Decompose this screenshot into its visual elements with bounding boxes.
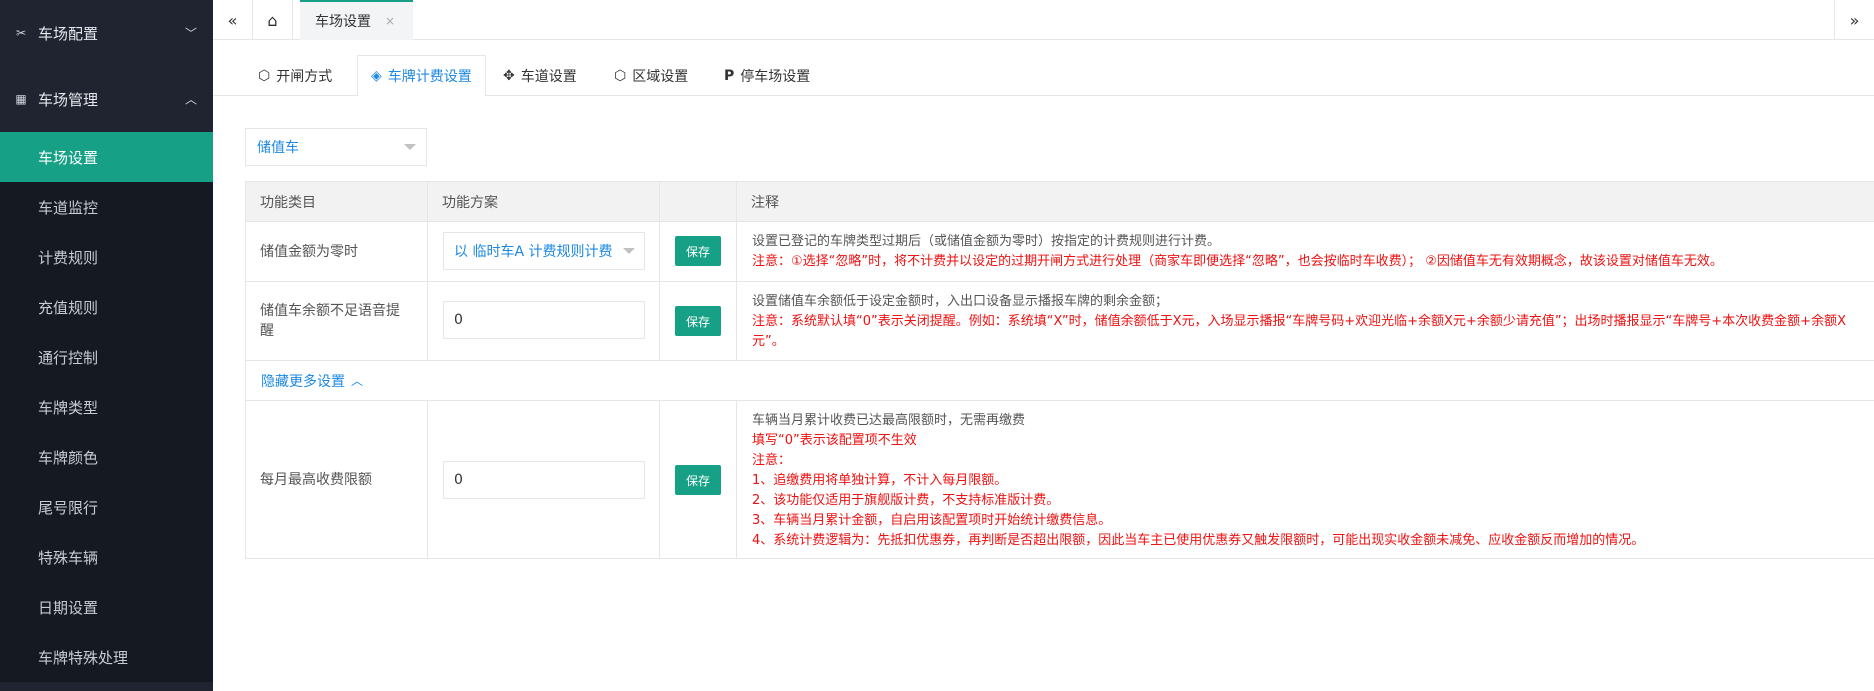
sidebar: ✂ 车场配置 ﹀ ▦ 车场管理 ︿ 车场设置 车道监控 计费规则 充值规则 通行…	[0, 0, 213, 691]
wrench-icon: ✂	[15, 26, 27, 40]
note-warning: 填写“0”表示该配置项不生效	[752, 433, 917, 448]
tab-parking-settings[interactable]: 车场设置 ×	[300, 0, 413, 40]
scroll-tabs-right-button[interactable]: »	[1834, 0, 1874, 40]
save-button[interactable]: 保存	[675, 236, 721, 266]
row-scheme: 0	[427, 401, 659, 558]
close-icon[interactable]: ×	[385, 14, 395, 28]
billing-rule-select[interactable]: 以 临时车A 计费规则计费	[443, 232, 645, 270]
monthly-limit-input[interactable]: 0	[443, 461, 645, 499]
header-category: 功能类目	[245, 182, 427, 221]
home-icon: ⌂	[267, 10, 278, 30]
cube-icon: ⬡	[614, 67, 627, 84]
top-tab-bar: « ⌂ 车场设置 × »	[213, 0, 1874, 40]
sidebar-item-access-control[interactable]: 通行控制	[0, 332, 213, 382]
note-warning: 注意：①选择“忽略”时，将不计费并以设定的过期开闸方式进行处理（商家车即便选择“…	[752, 254, 1723, 269]
note-warning: 注意：	[752, 453, 792, 468]
note-warning: 2、该功能仅适用于旗舰版计费，不支持标准版计费。	[752, 493, 1060, 508]
tab-label: 停车场设置	[740, 68, 811, 85]
row-label: 储值金额为零时	[245, 222, 427, 281]
note-text: 设置储值车余额低于设定金额时，入出口设备显示播报车牌的剩余金额；	[752, 294, 1169, 309]
header-action	[659, 182, 736, 221]
home-button[interactable]: ⌂	[253, 0, 293, 40]
menu-group-label: 车场管理	[38, 90, 99, 109]
table-row: 储值金额为零时 以 临时车A 计费规则计费 保存 设置已登记的车牌类型过期后（或…	[245, 222, 1874, 282]
row-note: 设置已登记的车牌类型过期后（或储值金额为零时）按指定的计费规则进行计费。 注意：…	[736, 222, 1874, 281]
row-label: 储值车余额不足语音提醒	[245, 282, 427, 360]
sidebar-item-recharge-rules[interactable]: 充值规则	[0, 282, 213, 332]
collapse-sidebar-button[interactable]: «	[213, 0, 253, 40]
note-text: 车辆当月累计收费已达最高限额时，无需再缴费	[752, 413, 1026, 428]
sidebar-item-plate-special-handling[interactable]: 车牌特殊处理	[0, 632, 213, 682]
tab-area-settings[interactable]: ⬡ 区域设置	[614, 55, 688, 96]
caret-down-icon	[623, 248, 635, 254]
toggle-label: 隐藏更多设置	[261, 373, 345, 390]
tab-label: 区域设置	[632, 68, 689, 85]
tab-label: 车道设置	[520, 68, 577, 85]
cube-icon: ⬡	[258, 67, 271, 84]
tab-label: 车牌计费设置	[387, 69, 472, 85]
sidebar-item-plate-colors[interactable]: 车牌颜色	[0, 432, 213, 482]
header-scheme: 功能方案	[427, 182, 659, 221]
double-chevron-left-icon: «	[227, 10, 238, 30]
double-chevron-right-icon: »	[1849, 10, 1860, 30]
save-button[interactable]: 保存	[675, 465, 721, 495]
low-balance-amount-input[interactable]: 0	[443, 301, 645, 339]
tab-gate-mode[interactable]: ⬡ 开闸方式	[258, 55, 332, 96]
billing-rule-value: 以 临时车A 计费规则计费	[454, 244, 613, 260]
table-header: 功能类目 功能方案 注释	[245, 182, 1874, 222]
table-row: 储值车余额不足语音提醒 0 保存 设置储值车余额低于设定金额时，入出口设备显示播…	[245, 282, 1874, 361]
menu-group-label: 车场配置	[38, 24, 99, 43]
chevron-down-icon: ﹀	[184, 26, 197, 41]
row-label: 每月最高收费限额	[245, 401, 427, 558]
sidebar-item-billing-rules[interactable]: 计费规则	[0, 232, 213, 282]
table-row: 每月最高收费限额 0 保存 车辆当月累计收费已达最高限额时，无需再缴费 填写“0…	[245, 401, 1874, 559]
sidebar-item-tail-number-limit[interactable]: 尾号限行	[0, 482, 213, 532]
row-action: 保存	[659, 222, 736, 281]
row-scheme: 以 临时车A 计费规则计费	[427, 222, 659, 281]
note-warning: 注意：系统默认填“0”表示关闭提醒。例如：系统填“X”时，储值余额低于X元，入场…	[752, 314, 1846, 349]
chevron-up-icon: ︿	[184, 92, 197, 107]
menu-group-parking-config[interactable]: ✂ 车场配置 ﹀	[0, 0, 213, 66]
row-action: 保存	[659, 282, 736, 360]
parking-icon: P	[724, 67, 735, 84]
tab-label: 车场设置	[315, 14, 371, 30]
menu-group-parking-management[interactable]: ▦ 车场管理 ︿	[0, 66, 213, 132]
tab-parking-lot-settings[interactable]: P 停车场设置	[724, 55, 810, 96]
row-scheme: 0	[427, 282, 659, 360]
sidebar-item-lane-monitor[interactable]: 车道监控	[0, 182, 213, 232]
chevron-up-icon: ︿	[351, 374, 364, 388]
row-note: 车辆当月累计收费已达最高限额时，无需再缴费 填写“0”表示该配置项不生效 注意：…	[736, 401, 1874, 558]
sidebar-item-date-settings[interactable]: 日期设置	[0, 582, 213, 632]
note-warning: 3、车辆当月累计金额，自启用该配置项时开始统计缴费信息。	[752, 513, 1112, 528]
header-notes: 注释	[736, 182, 1874, 221]
tab-plate-billing-settings[interactable]: ◈ 车牌计费设置	[357, 55, 486, 97]
toggle-more-settings[interactable]: 隐藏更多设置 ︿	[245, 361, 1874, 401]
submenu: 车场设置 车道监控 计费规则 充值规则 通行控制 车牌类型 车牌颜色 尾号限行 …	[0, 132, 213, 682]
settings-tabs: ⬡ 开闸方式 ◈ 车牌计费设置 ✥ 车道设置 ⬡ 区域设置 P 停车场设置	[213, 55, 1874, 97]
tab-label: 开闸方式	[276, 68, 333, 85]
note-warning: 4、系统计费逻辑为：先抵扣优惠券，再判断是否超出限额，因此当车主已使用优惠券又触…	[752, 533, 1645, 548]
tab-lane-settings[interactable]: ✥ 车道设置	[503, 55, 577, 96]
apps-icon: ▦	[15, 92, 27, 106]
move-icon: ✥	[503, 67, 515, 84]
vehicle-type-value: 储值车	[257, 140, 299, 156]
row-note: 设置储值车余额低于设定金额时，入出口设备显示播报车牌的剩余金额； 注意：系统默认…	[736, 282, 1874, 360]
row-action: 保存	[659, 401, 736, 558]
sidebar-item-special-vehicles[interactable]: 特殊车辆	[0, 532, 213, 582]
caret-down-icon	[404, 144, 416, 150]
note-text: 设置已登记的车牌类型过期后（或储值金额为零时）按指定的计费规则进行计费。	[752, 234, 1221, 249]
vehicle-type-select[interactable]: 储值车	[245, 128, 427, 166]
billing-settings-table: 功能类目 功能方案 注释 储值金额为零时 以 临时车A 计费规则计费 保存 设置…	[245, 181, 1874, 559]
sidebar-item-parking-settings[interactable]: 车场设置	[0, 132, 213, 182]
layers-icon: ◈	[371, 68, 382, 84]
note-warning: 1、追缴费用将单独计算，不计入每月限额。	[752, 473, 1008, 488]
sidebar-item-plate-types[interactable]: 车牌类型	[0, 382, 213, 432]
save-button[interactable]: 保存	[675, 306, 721, 336]
